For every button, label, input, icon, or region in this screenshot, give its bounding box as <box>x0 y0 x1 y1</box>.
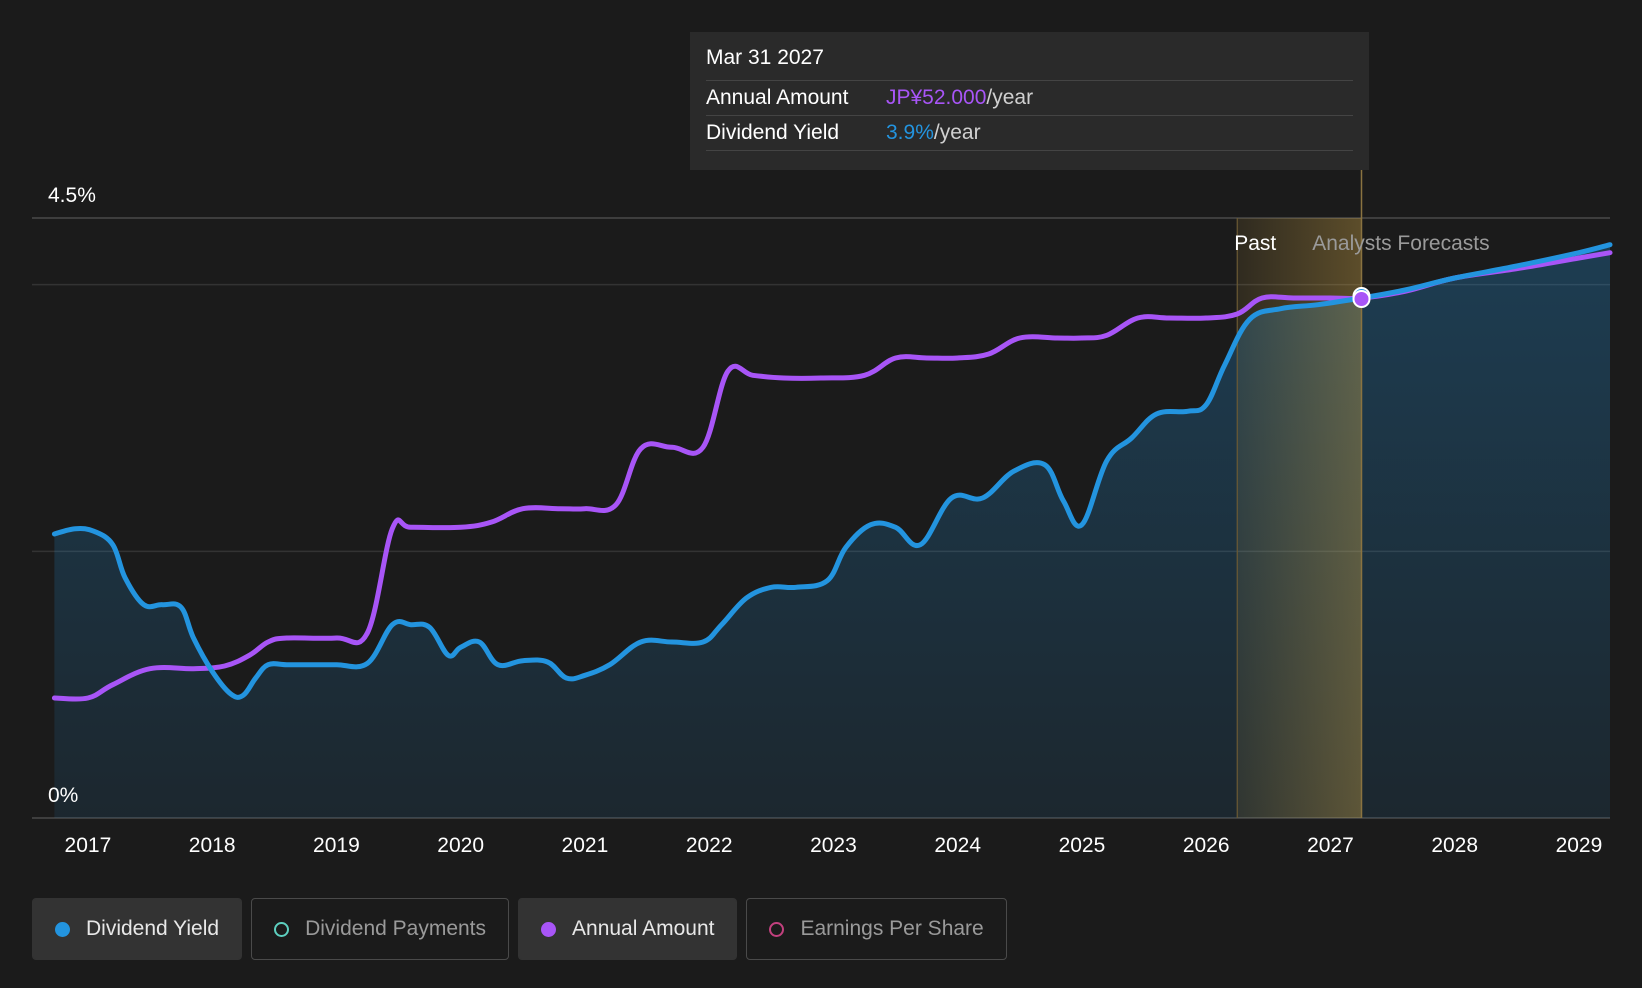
tooltip-dividend-yield-label: Dividend Yield <box>706 121 840 144</box>
x-tick-label: 2017 <box>65 834 112 857</box>
x-tick-label: 2019 <box>313 834 360 857</box>
x-tick-label: 2021 <box>562 834 609 857</box>
tooltip: Mar 31 2027 Annual Amount JP¥52.000/year… <box>690 32 1369 170</box>
legend-dividend-payments-button[interactable]: Dividend Payments <box>251 898 510 960</box>
x-tick-label: 2029 <box>1556 834 1603 857</box>
legend: Dividend Yield Dividend Payments Annual … <box>32 898 1007 960</box>
past-label: Past <box>1234 232 1276 255</box>
tooltip-annual-amount-label: Annual Amount <box>706 86 849 109</box>
x-tick-label: 2023 <box>810 834 857 857</box>
dividend-yield-dot-icon <box>55 921 70 937</box>
x-tick-label: 2027 <box>1307 834 1354 857</box>
x-tick-label: 2028 <box>1431 834 1478 857</box>
x-tick-label: 2026 <box>1183 834 1230 857</box>
annual-amount-marker <box>1352 290 1371 308</box>
tooltip-dividend-yield-value: 3.9% <box>886 121 934 144</box>
dividend-payments-ring-icon <box>274 921 290 937</box>
legend-label: Annual Amount <box>572 917 715 940</box>
legend-annual-amount-button[interactable]: Annual Amount <box>518 898 738 960</box>
y-tick-label: 0% <box>48 784 78 807</box>
earnings-per-share-ring-icon <box>769 921 785 937</box>
legend-label: Dividend Payments <box>305 917 487 940</box>
tooltip-date: Mar 31 2027 <box>706 44 1353 81</box>
legend-label: Earnings Per Share <box>800 917 984 940</box>
x-tick-label: 2020 <box>437 834 484 857</box>
x-tick-label: 2022 <box>686 834 733 857</box>
legend-earnings-per-share-button[interactable]: Earnings Per Share <box>746 898 1007 960</box>
forecast-label: Analysts Forecasts <box>1312 232 1489 255</box>
tooltip-dividend-yield-unit: /year <box>933 121 981 144</box>
tooltip-dividend-yield-row: Dividend Yield 3.9%/year <box>706 116 1353 151</box>
tooltip-annual-amount-row: Annual Amount JP¥52.000/year <box>706 81 1353 116</box>
annual-amount-dot-icon <box>541 921 557 937</box>
y-tick-label: 4.5% <box>48 184 96 207</box>
x-tick-label: 2025 <box>1059 834 1106 857</box>
x-tick-label: 2018 <box>189 834 236 857</box>
legend-label: Dividend Yield <box>86 917 220 940</box>
x-tick-label: 2024 <box>934 834 981 857</box>
tooltip-annual-amount-unit: /year <box>986 86 1034 109</box>
legend-dividend-yield-button[interactable]: Dividend Yield <box>32 898 243 960</box>
tooltip-annual-amount-value: JP¥52.000 <box>886 86 987 109</box>
